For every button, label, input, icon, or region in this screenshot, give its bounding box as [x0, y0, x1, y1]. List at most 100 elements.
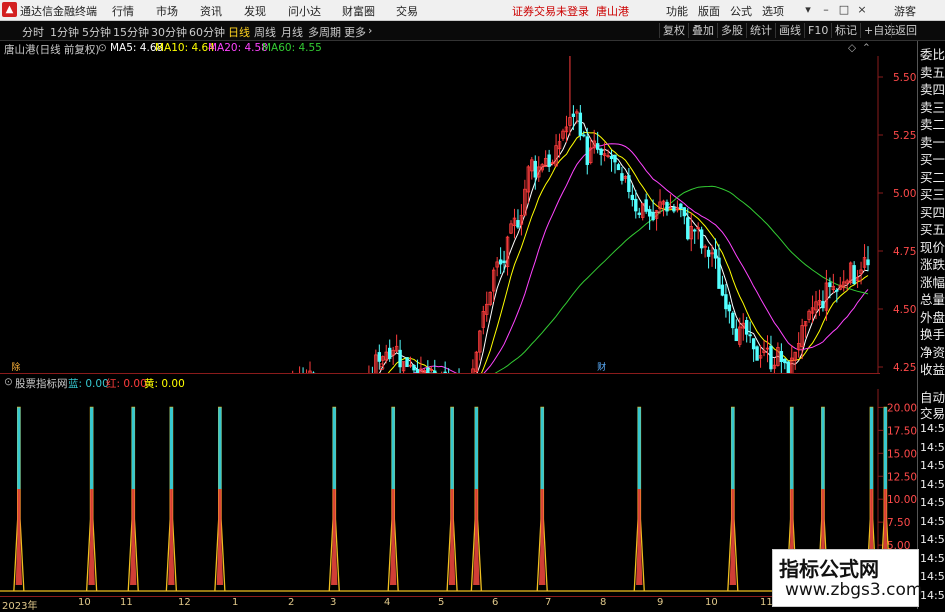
indicator-spike	[536, 406, 548, 592]
candle	[807, 309, 811, 323]
date-label: 2	[288, 597, 295, 608]
menu-quotes[interactable]: 行情	[112, 3, 134, 19]
date-label: 10	[705, 597, 718, 608]
chart-up-icon[interactable]: ⌃	[862, 42, 871, 54]
trade-time: 14:5	[920, 514, 945, 528]
candle	[299, 366, 301, 373]
f10-button[interactable]: F10	[804, 23, 831, 38]
period-5min[interactable]: 5分钟	[82, 24, 111, 40]
login-status[interactable]: 证券交易未登录	[512, 3, 589, 19]
trade-time: 14:5	[920, 422, 945, 435]
quote-field-label: 换手	[920, 327, 945, 342]
candle	[398, 339, 402, 373]
price-tick-label: 5.50	[893, 72, 916, 84]
period-monthly[interactable]: 月线	[281, 24, 303, 40]
watermark-logo: 指标公式网 www.zbgs3.com	[772, 549, 923, 607]
indicator-tick-label: 15.00	[887, 448, 917, 460]
candle	[783, 358, 787, 370]
candle	[478, 329, 482, 361]
candle	[693, 228, 697, 244]
event-marker[interactable]: 财	[597, 361, 606, 373]
menu-trade[interactable]: 交易	[396, 3, 418, 19]
watermark-url: www.zbgs3.com	[785, 580, 923, 600]
ma-settings-icon[interactable]: ⊙	[98, 42, 107, 54]
candle	[717, 244, 721, 289]
candle	[741, 313, 745, 341]
minimize-icon[interactable]: –	[818, 2, 834, 17]
menu-news[interactable]: 资讯	[200, 3, 222, 19]
menu-ask[interactable]: 问小达	[288, 3, 321, 19]
menu-wealth[interactable]: 财富圈	[342, 3, 375, 19]
menu-market[interactable]: 市场	[156, 3, 178, 19]
candle	[505, 235, 510, 276]
period-30min[interactable]: 30分钟	[151, 24, 187, 40]
back-button[interactable]: 返回	[891, 23, 920, 38]
event-marker[interactable]: B	[379, 363, 385, 373]
more-chevron-icon[interactable]: ›	[368, 24, 372, 37]
menu-layout[interactable]: 版面	[698, 3, 720, 19]
date-label: 9	[657, 597, 664, 608]
quote-field-label: 涨跌	[920, 257, 945, 272]
menu-function[interactable]: 功能	[666, 3, 688, 19]
quote-field-label: 买三	[920, 187, 945, 202]
maximize-icon[interactable]: □	[836, 2, 852, 17]
indicator-settings-icon[interactable]: ⊙	[4, 376, 13, 388]
close-icon[interactable]: ×	[854, 2, 870, 17]
candle	[765, 335, 770, 363]
ma5-line	[379, 120, 869, 373]
quote-field-label: 净资	[920, 344, 945, 360]
multi-stock-button[interactable]: 多股	[717, 23, 746, 38]
candle	[512, 208, 517, 239]
period-15min[interactable]: 15分钟	[113, 24, 149, 40]
candle	[842, 270, 846, 292]
draw-line-button[interactable]: 画线	[775, 23, 804, 38]
indicator-spike	[127, 406, 139, 592]
candle	[862, 244, 867, 271]
period-daily[interactable]: 日线	[228, 24, 250, 40]
dropdown-icon[interactable]: ▾	[800, 2, 816, 17]
period-multi[interactable]: 多周期	[308, 24, 341, 40]
menu-bar: ▲ 通达信金融终端 行情 市场 资讯 发现 问小达 财富圈 交易 证券交易未登录…	[0, 0, 945, 21]
candle	[727, 301, 732, 324]
date-label: 10	[78, 597, 91, 608]
mark-button[interactable]: 标记	[831, 23, 860, 38]
price-tick-label: 5.00	[893, 188, 916, 200]
candle	[696, 222, 700, 240]
date-label: 2023年	[2, 601, 38, 612]
candlestick-chart[interactable]: 5.505.255.004.754.504.254.003.753.50 5.6…	[0, 56, 917, 373]
trade-time: 14:5	[920, 588, 945, 602]
candle	[772, 357, 777, 373]
period-1min[interactable]: 1分钟	[50, 24, 79, 40]
candle	[543, 150, 548, 167]
candle	[498, 247, 503, 275]
candle	[675, 200, 680, 213]
candle	[540, 163, 544, 173]
menu-options[interactable]: 选项	[762, 3, 784, 19]
statistics-button[interactable]: 统计	[746, 23, 775, 38]
candle	[613, 154, 617, 174]
chart-options-icon[interactable]: ◇	[848, 42, 856, 54]
guest-label[interactable]: 游客	[894, 3, 916, 19]
menu-formula[interactable]: 公式	[730, 3, 752, 19]
candle	[485, 291, 489, 322]
trade-label[interactable]: 交易	[920, 403, 945, 422]
candle	[731, 311, 735, 335]
trade-time: 14:5	[920, 551, 945, 565]
event-marker[interactable]: 除	[11, 361, 20, 373]
candle	[817, 289, 822, 316]
period-tick[interactable]: 分时	[22, 24, 44, 40]
candle	[803, 321, 808, 338]
candle	[751, 338, 756, 362]
candle	[852, 261, 856, 285]
overlay-button[interactable]: 叠加	[688, 23, 717, 38]
app-logo-icon: ▲	[2, 2, 17, 17]
restore-rights-button[interactable]: 复权	[659, 23, 688, 38]
candle	[654, 209, 659, 231]
candle	[568, 56, 572, 136]
period-60min[interactable]: 60分钟	[189, 24, 225, 40]
period-more[interactable]: 更多	[344, 24, 366, 40]
period-weekly[interactable]: 周线	[254, 24, 276, 40]
candle	[630, 184, 635, 207]
quote-side-panel: 委比 卖五 卖四 卖三 卖二 卖一 买一 买二 买三 买四 买五 现价 涨跌 涨幅 总量 外盘 换手 净资 收益 自…	[917, 41, 945, 609]
menu-discover[interactable]: 发现	[244, 3, 266, 19]
